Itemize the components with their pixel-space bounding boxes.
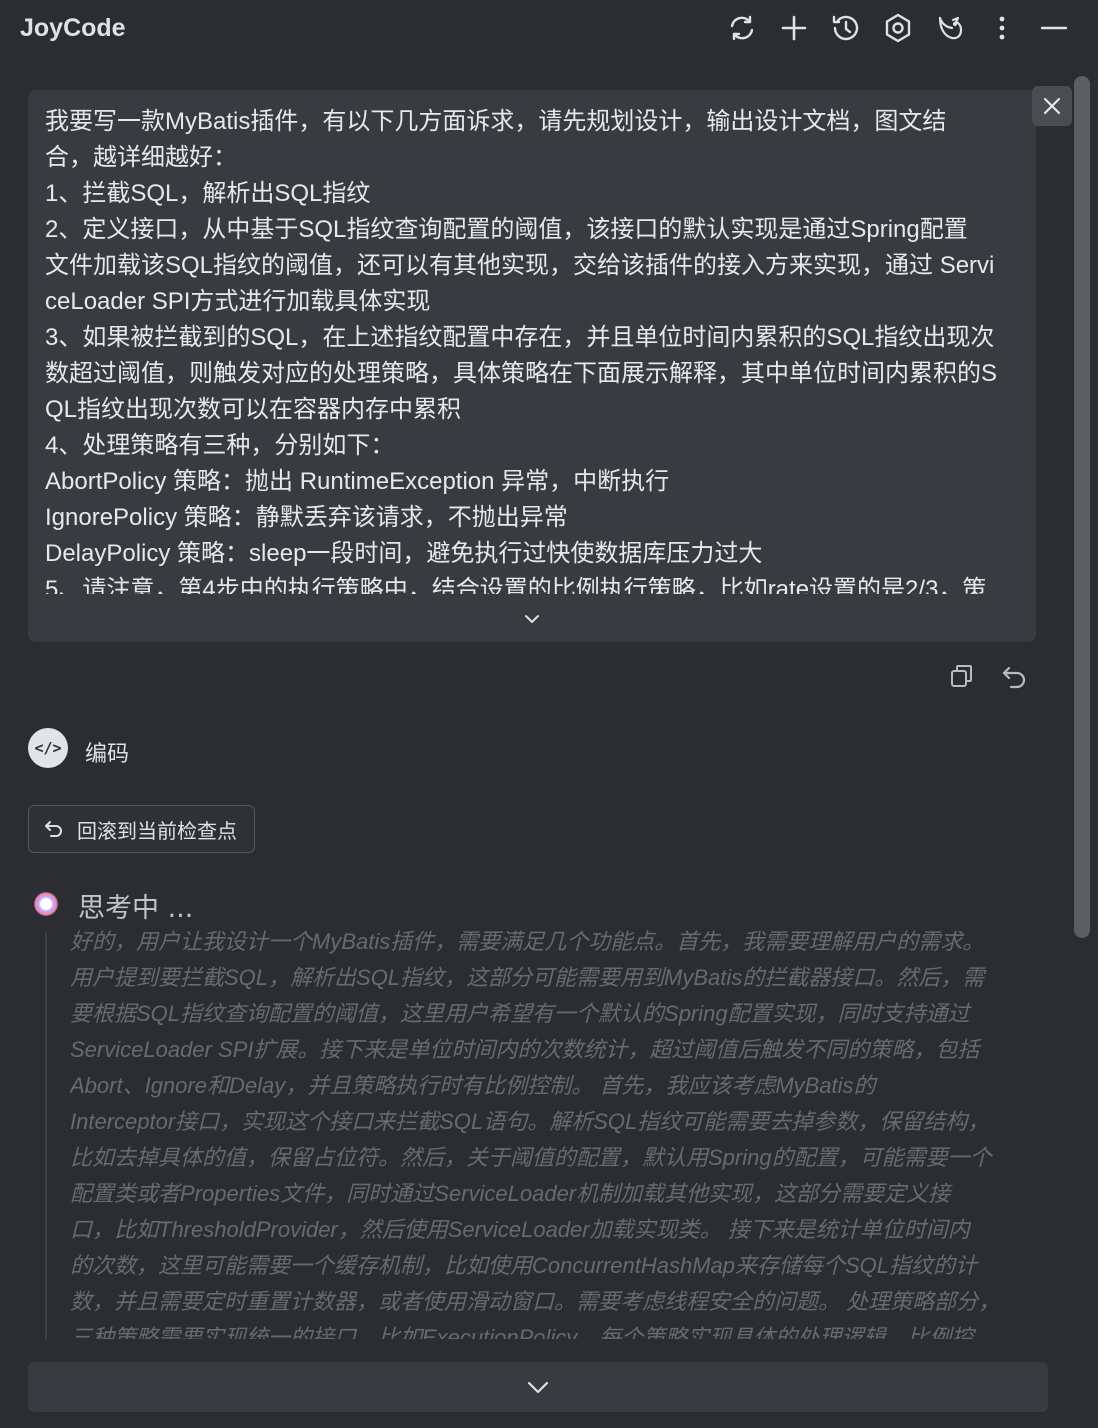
chevron-down-icon[interactable] [516, 608, 548, 630]
prompt-line: 4、处理策略有三种，分别如下： [45, 432, 395, 459]
thinking-line: ServiceLoader SPI扩展。接下来是单位时间内的次数统计，超过阈值后… [70, 1037, 980, 1062]
prompt-line: 数超过阈值，则触发对应的处理策略，具体策略在下面展示解释，其中单位时间内累积的S [45, 360, 998, 387]
close-button[interactable] [1032, 86, 1072, 126]
thinking-divider [45, 932, 47, 1340]
rollback-label: 回滚到当前检查点 [77, 818, 237, 843]
thinking-line: 要根据SQL指纹查询配置的阈值，这里用户希望有一个默认的Spring配置实现，同… [70, 1001, 970, 1026]
prompt-line: 合，越详细越好： [45, 144, 237, 171]
thinking-title: 思考中 ... [78, 893, 194, 924]
prompt-line: AbortPolicy 策略：抛出 RuntimeException 异常，中断… [45, 468, 670, 495]
thinking-indicator-icon [34, 892, 58, 916]
thinking-text: 好的，用户让我设计一个MyBatis插件，需要满足几个功能点。首先，我需要理解用… [70, 924, 1045, 1339]
sync-icon[interactable] [722, 8, 762, 48]
thinking-line: 比如去掉具体的值，保留占位符。然后，关于阈值的配置，默认用Spring的配置，可… [70, 1145, 992, 1170]
thinking-line: 配置类或者Properties文件，同时通过ServiceLoader机制加载其… [70, 1181, 951, 1206]
scrollbar-thumb[interactable] [1074, 76, 1090, 938]
prompt-line: 2、定义接口，从中基于SQL指纹查询配置的阈值，该接口的默认实现是通过Sprin… [45, 216, 968, 243]
header: JoyCode [0, 0, 1098, 58]
user-prompt-text: 我要写一款MyBatis插件，有以下几方面诉求，请先规划设计，输出设计文档，图文… [45, 104, 1025, 594]
thinking-line: 口，比如ThresholdProvider，然后使用ServiceLoader加… [70, 1217, 970, 1242]
prompt-line: IgnorePolicy 策略：静默丢弃该请求，不抛出异常 [45, 504, 568, 531]
thinking-line: 好的，用户让我设计一个MyBatis插件，需要满足几个功能点。首先，我需要理解用… [70, 929, 985, 954]
prompt-line: ceLoader SPI方式进行加载具体实现 [45, 288, 431, 315]
prompt-line: 5、请注意，第4步中的执行策略中，结合设置的比例执行策略，比如rate设置的是2… [45, 576, 987, 594]
prompt-line: 3、如果被拦截到的SQL，在上述指纹配置中存在，并且单位时间内累积的SQL指纹出… [45, 324, 995, 351]
minimize-icon[interactable] [1034, 8, 1074, 48]
joycode-panel: JoyCode 我要写一款MyBatis插件，有以下几方面诉求，请先规划设计，输… [0, 0, 1098, 1428]
bird-icon[interactable] [930, 8, 970, 48]
undo-icon[interactable] [998, 660, 1030, 692]
user-prompt-card: 我要写一款MyBatis插件，有以下几方面诉求，请先规划设计，输出设计文档，图文… [28, 90, 1036, 642]
mode-label: 编码 [85, 742, 130, 767]
expand-bar[interactable] [28, 1362, 1048, 1412]
prompt-line: 文件加载该SQL指纹的阈值，还可以有其他实现，交给该插件的接入方来实现，通过 S… [45, 252, 995, 279]
prompt-line: DelayPolicy 策略：sleep一段时间，避免执行过快使数据库压力过大 [45, 540, 763, 567]
rollback-checkpoint-button[interactable]: 回滚到当前检查点 [28, 805, 255, 853]
app-title: JoyCode [20, 14, 126, 42]
settings-icon[interactable] [878, 8, 918, 48]
code-mode-icon: </> [28, 728, 68, 768]
undo-icon [43, 818, 65, 840]
history-icon[interactable] [826, 8, 866, 48]
thinking-line: 数，并且需要定时重置计数器，或者使用滑动窗口。需要考虑线程安全的问题。 处理策略… [70, 1289, 1001, 1314]
thinking-line: 三种策略需要实现统一的接口，比如ExecutionPolicy，每个策略实现具体… [70, 1325, 974, 1339]
more-icon[interactable] [982, 8, 1022, 48]
thinking-line: Abort、Ignore和Delay，并且策略执行时有比例控制。 首先，我应该考… [70, 1073, 876, 1098]
prompt-line: 1、拦截SQL，解析出SQL指纹 [45, 180, 371, 207]
plus-icon[interactable] [774, 8, 814, 48]
thinking-line: Interceptor接口，实现这个接口来拦截SQL语句。解析SQL指纹可能需要… [70, 1109, 990, 1134]
chevron-down-icon [524, 1378, 552, 1396]
copy-icon[interactable] [946, 660, 978, 692]
prompt-line: 我要写一款MyBatis插件，有以下几方面诉求，请先规划设计，输出设计文档，图文… [45, 108, 947, 135]
thinking-line: 的次数，这里可能需要一个缓存机制，比如使用ConcurrentHashMap来存… [70, 1253, 978, 1278]
thinking-line: 用户提到要拦截SQL，解析出SQL指纹，这部分可能需要用到MyBatis的拦截器… [70, 965, 985, 990]
prompt-line: QL指纹出现次数可以在容器内存中累积 [45, 396, 462, 423]
